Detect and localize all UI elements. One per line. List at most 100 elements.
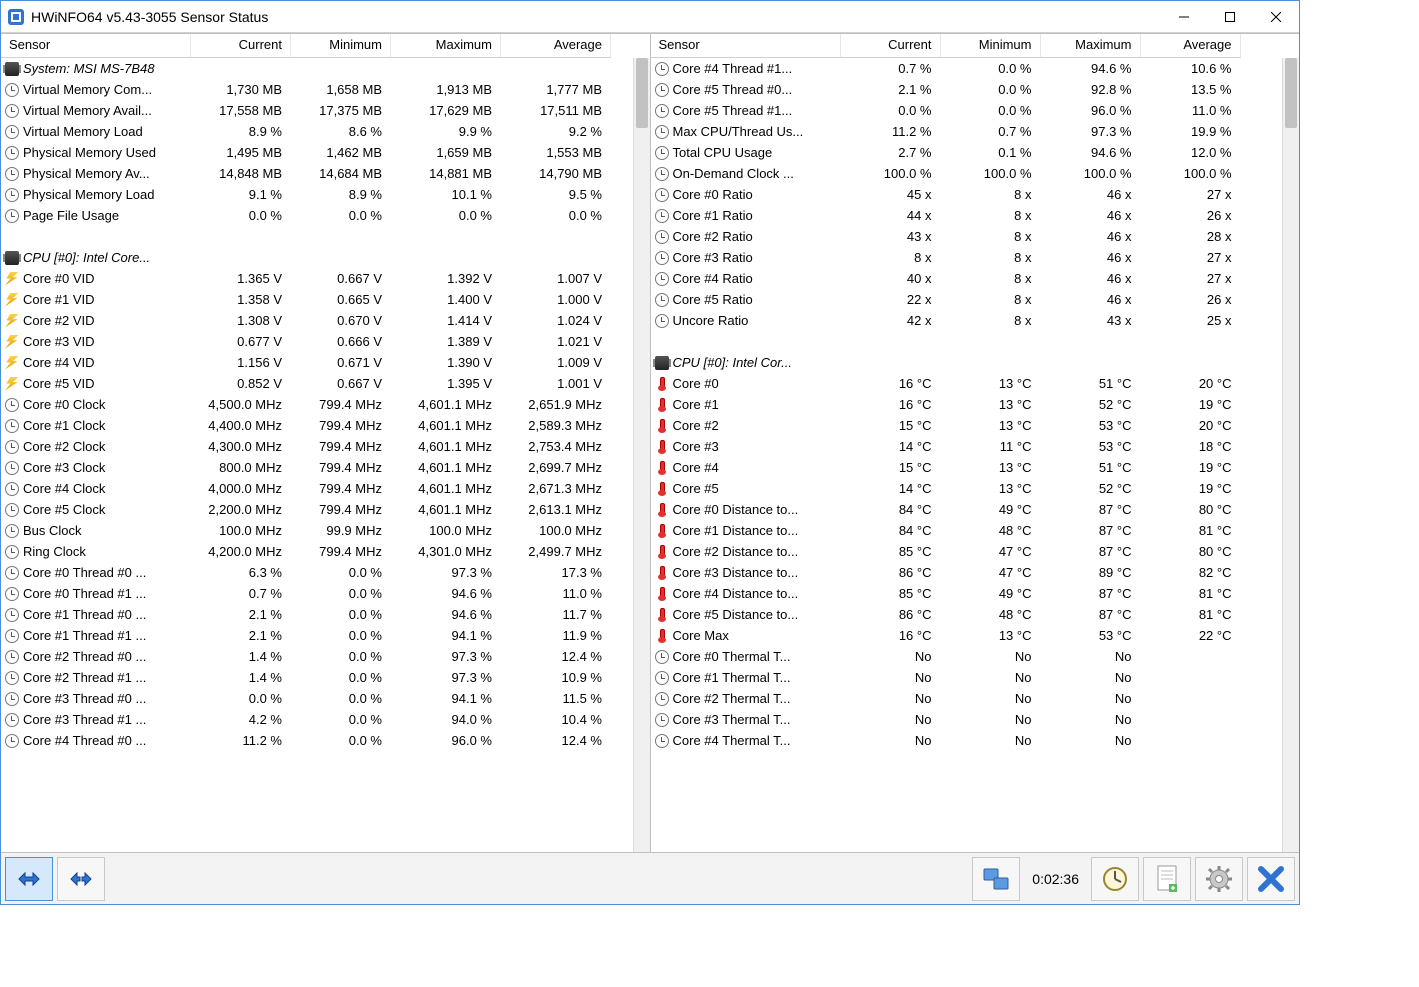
sensor-row[interactable]: Core #4 [651,457,841,478]
column-header[interactable]: Maximum [391,34,501,58]
sensor-row[interactable]: Core #3 Clock [1,457,191,478]
sensor-row[interactable]: Core #0 [651,373,841,394]
column-header[interactable]: Current [841,34,941,58]
sensor-value: 0.0 % [291,688,391,709]
sensor-value: No [841,730,941,751]
sensor-row[interactable]: Core #5 Distance to... [651,604,841,625]
sensor-row[interactable]: Virtual Memory Com... [1,79,191,100]
sensor-row[interactable]: Core #3 Thermal T... [651,709,841,730]
sensor-row[interactable]: Core #2 Thread #1 ... [1,667,191,688]
sensor-row[interactable]: Core #1 Clock [1,415,191,436]
sensor-row[interactable]: Core #0 Thread #1 ... [1,583,191,604]
sensor-label: Core Max [673,628,729,643]
sensor-row[interactable]: Core #4 Clock [1,478,191,499]
column-header[interactable]: Minimum [291,34,391,58]
sensor-group[interactable]: CPU [#0]: Intel Cor... [651,352,841,373]
sensor-row[interactable]: Core #0 Distance to... [651,499,841,520]
sensor-row[interactable]: Core #4 Thermal T... [651,730,841,751]
column-header[interactable]: Maximum [1041,34,1141,58]
sensor-row[interactable]: On-Demand Clock ... [651,163,841,184]
sensor-row[interactable]: Physical Memory Used [1,142,191,163]
sensor-row[interactable]: Core #5 [651,478,841,499]
sensor-row[interactable]: Core #3 VID [1,331,191,352]
sensor-row[interactable]: Core #1 Thermal T... [651,667,841,688]
sensor-group[interactable]: CPU [#0]: Intel Core... [1,247,191,268]
sensor-row[interactable]: Core #5 Thread #0... [651,79,841,100]
sensor-row[interactable]: Core #1 Thread #1 ... [1,625,191,646]
clock-button[interactable] [1091,857,1139,901]
sensor-row[interactable]: Core #0 VID [1,268,191,289]
column-header[interactable]: Minimum [941,34,1041,58]
sensor-row[interactable]: Core #4 Thread #0 ... [1,730,191,751]
sensor-row[interactable]: Virtual Memory Avail... [1,100,191,121]
sensor-row[interactable]: Core Max [651,625,841,646]
sensor-row[interactable]: Bus Clock [1,520,191,541]
left-sensor-grid[interactable]: SensorCurrentMinimumMaximumAverage System… [1,34,650,751]
sensor-value: 97.3 % [391,667,501,688]
sensor-row[interactable]: Core #3 Ratio [651,247,841,268]
log-button[interactable] [1143,857,1191,901]
right-scrollbar[interactable] [1282,58,1299,852]
sensor-row[interactable]: Core #5 Clock [1,499,191,520]
sensor-row[interactable]: Core #1 Distance to... [651,520,841,541]
sensor-row[interactable]: Core #3 Thread #0 ... [1,688,191,709]
sensor-label: Core #2 VID [23,313,95,328]
sensor-row[interactable]: Core #0 Thread #0 ... [1,562,191,583]
sensor-row[interactable]: Core #2 Thread #0 ... [1,646,191,667]
sensor-row[interactable]: Physical Memory Av... [1,163,191,184]
sensor-row[interactable]: Core #3 Thread #1 ... [1,709,191,730]
sensor-row[interactable]: Core #5 Ratio [651,289,841,310]
sensor-row[interactable]: Ring Clock [1,541,191,562]
sensor-row[interactable]: Uncore Ratio [651,310,841,331]
sensor-row[interactable]: Core #2 Thermal T... [651,688,841,709]
sensor-row[interactable]: Core #1 VID [1,289,191,310]
sensor-row[interactable]: Core #4 Ratio [651,268,841,289]
network-button[interactable] [972,857,1020,901]
sensor-value: 46 x [1041,247,1141,268]
column-header[interactable]: Average [1141,34,1241,58]
sensor-row[interactable]: Core #0 Thermal T... [651,646,841,667]
sensor-row[interactable]: Core #2 [651,415,841,436]
column-header[interactable]: Sensor [651,34,841,58]
clock-icon [655,293,669,307]
sensor-row[interactable]: Core #3 Distance to... [651,562,841,583]
close-app-button[interactable] [1247,857,1295,901]
left-scrollbar[interactable] [633,58,650,852]
sensor-row[interactable]: Core #1 [651,394,841,415]
sensor-row[interactable]: Core #4 Thread #1... [651,58,841,79]
minimize-button[interactable] [1161,1,1207,32]
column-header[interactable]: Current [191,34,291,58]
column-header[interactable]: Average [501,34,611,58]
clock-icon [5,482,19,496]
sensor-value: 11.2 % [841,121,941,142]
sensor-value: 11.5 % [501,688,611,709]
sensor-value: 16 °C [841,394,941,415]
column-header[interactable]: Sensor [1,34,191,58]
sensor-row[interactable]: Core #4 Distance to... [651,583,841,604]
right-sensor-grid[interactable]: SensorCurrentMinimumMaximumAverage Core #… [651,34,1300,751]
sensor-value: 12.4 % [501,646,611,667]
expand-button[interactable] [5,857,53,901]
settings-button[interactable] [1195,857,1243,901]
sensor-row[interactable]: Virtual Memory Load [1,121,191,142]
sensor-row[interactable]: Core #5 VID [1,373,191,394]
sensor-row[interactable]: Core #1 Thread #0 ... [1,604,191,625]
collapse-button[interactable] [57,857,105,901]
sensor-row[interactable]: Core #4 VID [1,352,191,373]
sensor-row[interactable]: Core #1 Ratio [651,205,841,226]
sensor-row[interactable]: Physical Memory Load [1,184,191,205]
sensor-row[interactable]: Core #2 VID [1,310,191,331]
maximize-button[interactable] [1207,1,1253,32]
sensor-row[interactable]: Max CPU/Thread Us... [651,121,841,142]
sensor-row[interactable]: Core #2 Ratio [651,226,841,247]
sensor-row[interactable]: Core #3 [651,436,841,457]
sensor-row[interactable]: Page File Usage [1,205,191,226]
sensor-row[interactable]: Core #0 Ratio [651,184,841,205]
close-button[interactable] [1253,1,1299,32]
sensor-row[interactable]: Core #2 Clock [1,436,191,457]
sensor-group[interactable]: System: MSI MS-7B48 [1,58,191,79]
sensor-row[interactable]: Core #2 Distance to... [651,541,841,562]
sensor-row[interactable]: Total CPU Usage [651,142,841,163]
sensor-row[interactable]: Core #0 Clock [1,394,191,415]
sensor-row[interactable]: Core #5 Thread #1... [651,100,841,121]
